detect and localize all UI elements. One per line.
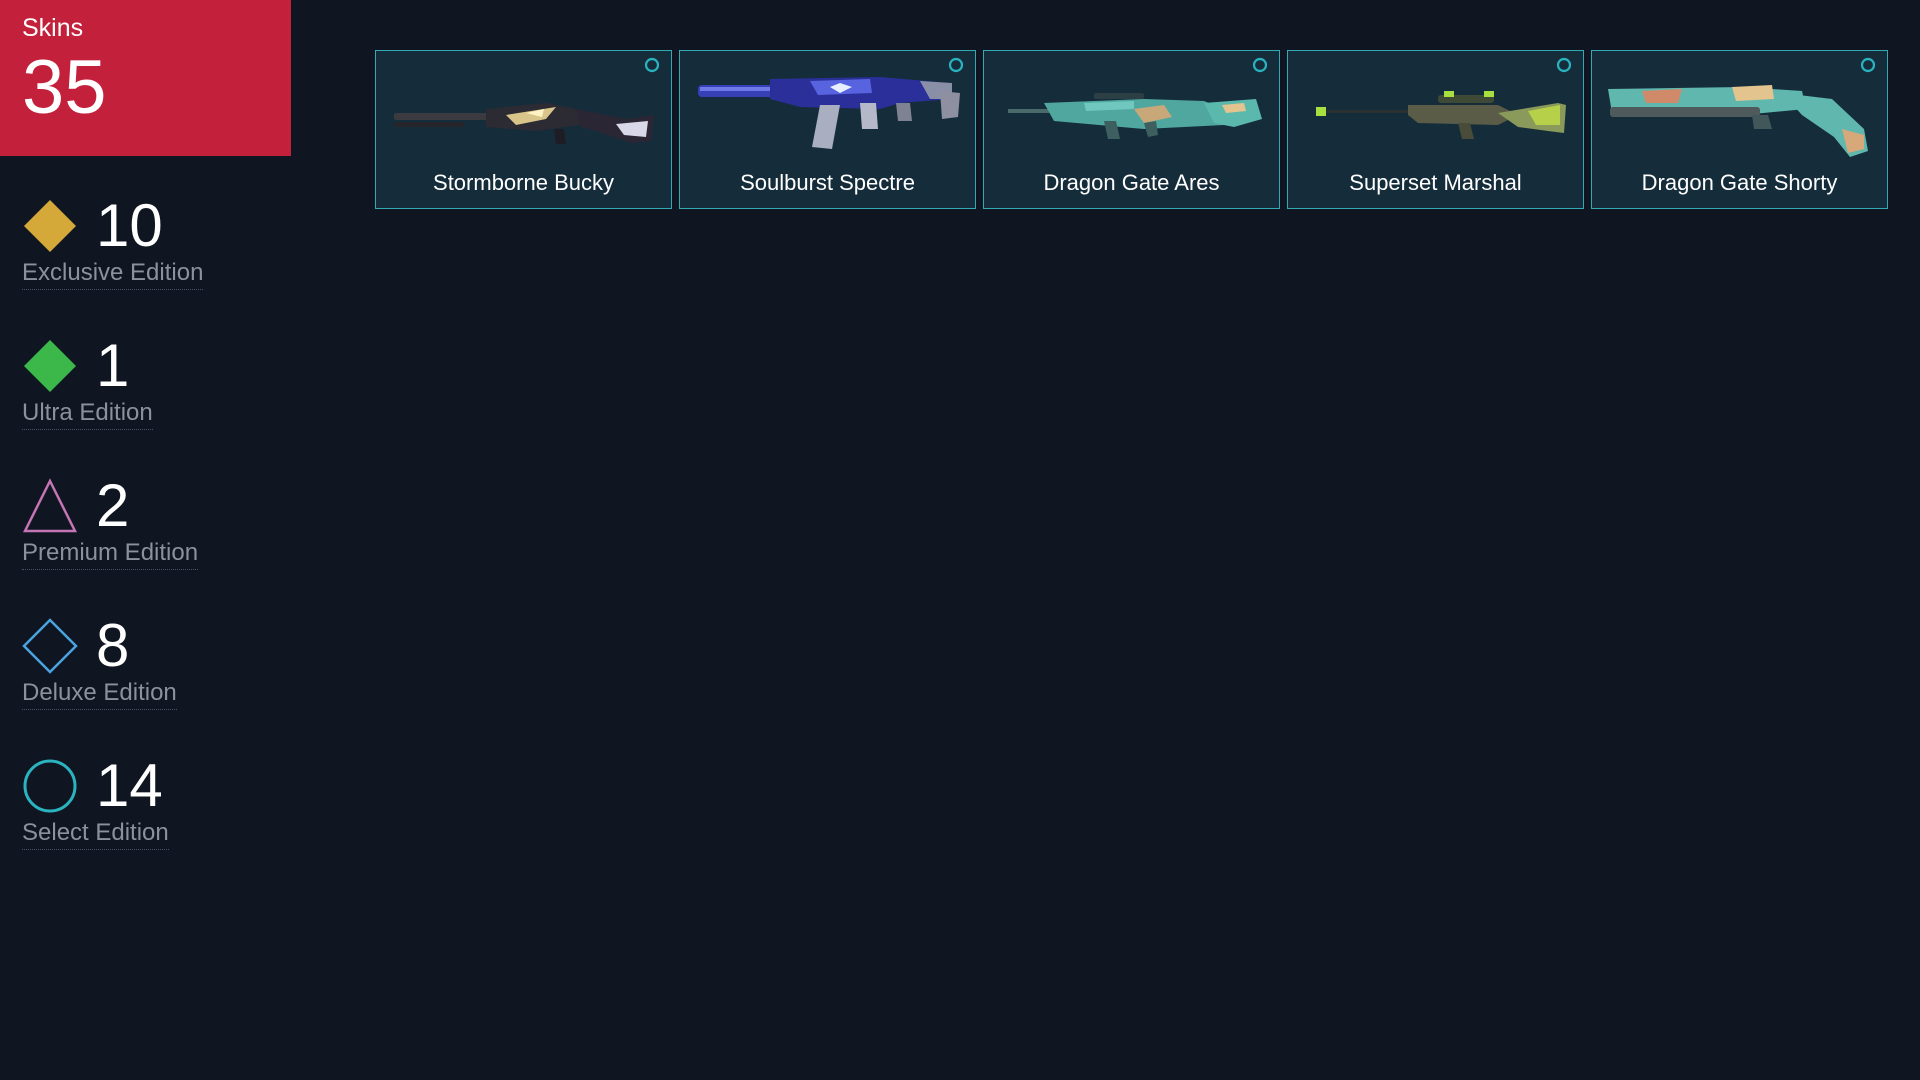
- sniper-green-skin-image: [1316, 91, 1566, 139]
- edition-exclusive-count: 10: [96, 192, 163, 259]
- pink-triangle-outline-icon: [22, 478, 78, 534]
- skin-card-stormborne-bucky[interactable]: Stormborne Bucky: [375, 50, 672, 209]
- skins-total-label: Skins: [22, 14, 84, 42]
- edition-ultra: 1 Ultra Edition: [22, 335, 153, 430]
- green-diamond-icon: [22, 338, 78, 394]
- skin-card-superset-marshal[interactable]: Superset Marshal: [1287, 50, 1584, 209]
- edition-ultra-count: 1: [96, 332, 130, 399]
- edition-ultra-label: Ultra Edition: [22, 399, 153, 426]
- pistol-shotgun-teal-skin-image: [1608, 85, 1868, 157]
- teal-circle-outline-icon: [22, 758, 78, 814]
- shotgun-dark-gold-skin-image: [394, 103, 654, 144]
- edition-deluxe-label: Deluxe Edition: [22, 679, 177, 706]
- edition-premium-count: 2: [96, 472, 130, 539]
- skin-card-soulburst-spectre[interactable]: Soulburst Spectre: [679, 50, 976, 209]
- edition-select: 14 Select Edition: [22, 755, 169, 850]
- skin-name: Stormborne Bucky: [433, 170, 614, 195]
- edition-select-count: 14: [96, 752, 163, 819]
- edition-exclusive: 10 Exclusive Edition: [22, 192, 204, 290]
- skin-name: Superset Marshal: [1349, 170, 1522, 195]
- machinegun-teal-gold-skin-image: [1008, 93, 1262, 139]
- edition-deluxe: 8 Deluxe Edition: [22, 615, 177, 710]
- edition-deluxe-count: 8: [96, 612, 130, 679]
- skin-card-dragon-gate-ares[interactable]: Dragon Gate Ares: [983, 50, 1280, 209]
- skins-grid: Stormborne Bucky Soulburst Spectre Drago…: [375, 50, 1888, 209]
- skins-total-card: Skins 35: [0, 0, 291, 156]
- skin-name: Soulburst Spectre: [740, 170, 915, 195]
- edition-exclusive-label: Exclusive Edition: [22, 259, 204, 286]
- skins-summary-sidebar: Skins 35 10 Exclusive Edition 1 Ultra Ed…: [0, 0, 291, 850]
- edition-select-label: Select Edition: [22, 819, 169, 846]
- skin-card-dragon-gate-shorty[interactable]: Dragon Gate Shorty: [1591, 50, 1888, 209]
- skin-name: Dragon Gate Ares: [1043, 170, 1220, 195]
- blue-diamond-outline-icon: [22, 618, 78, 674]
- skin-name: Dragon Gate Shorty: [1641, 170, 1838, 195]
- smg-blue-purple-skin-image: [698, 77, 960, 149]
- skins-total-count: 35: [22, 45, 107, 130]
- gold-diamond-icon: [22, 198, 78, 254]
- edition-premium: 2 Premium Edition: [22, 472, 199, 570]
- edition-premium-label: Premium Edition: [22, 539, 199, 566]
